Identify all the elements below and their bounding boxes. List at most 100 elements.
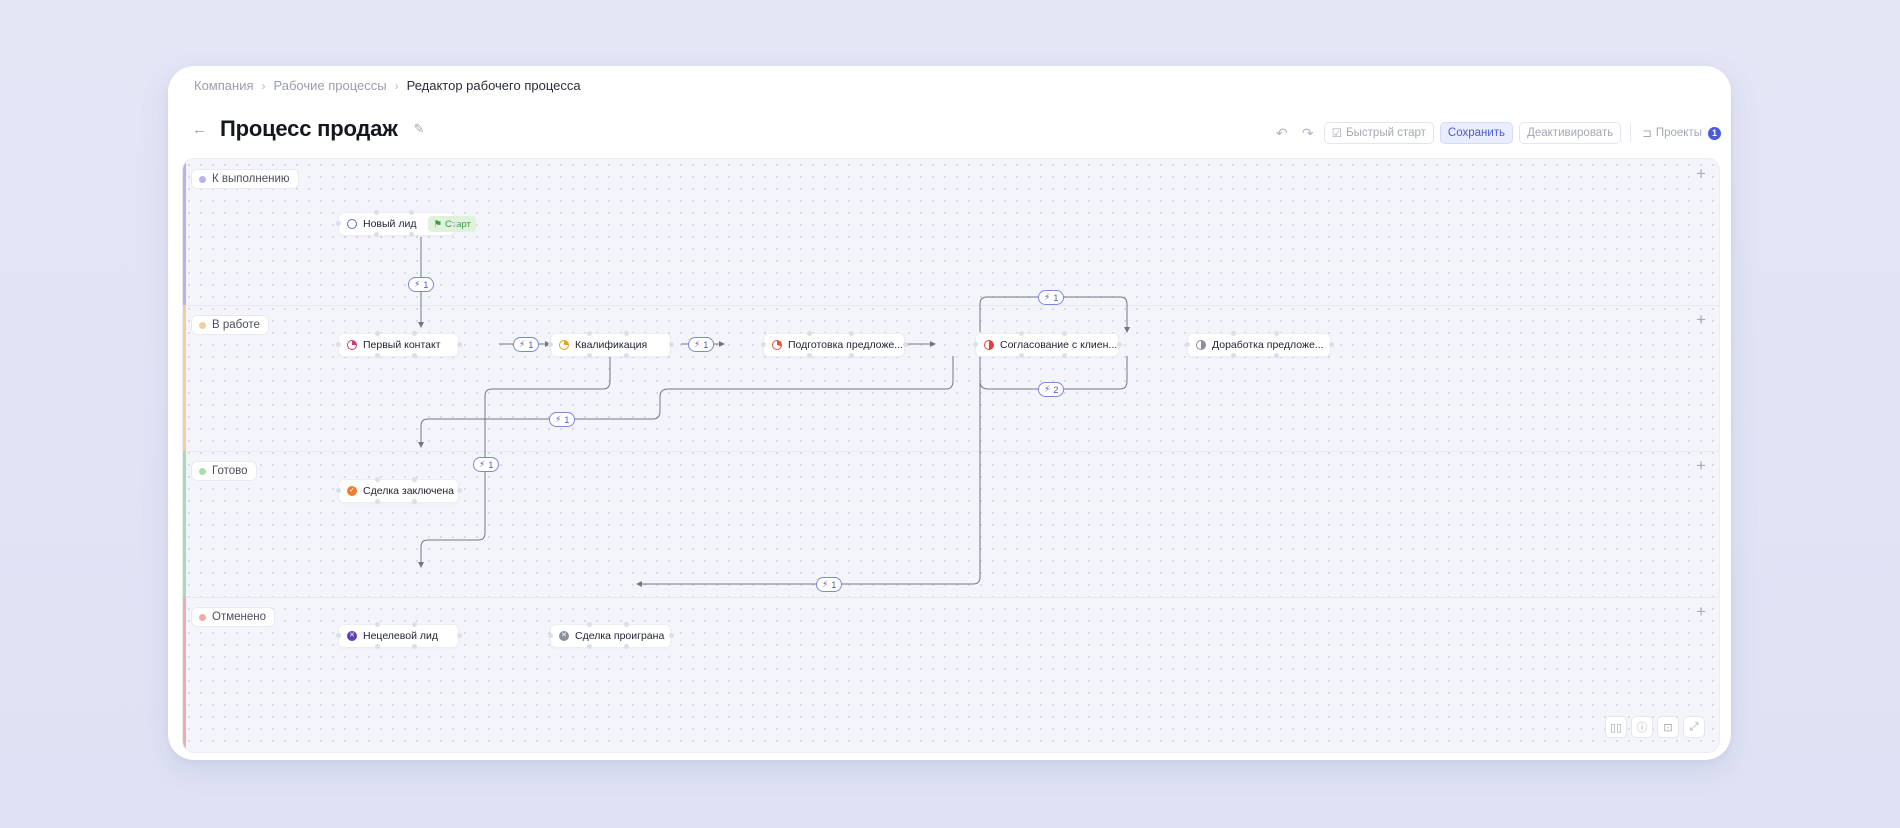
workflow-canvas[interactable]: К выполнению + В работе + Готово + Отмен… — [182, 158, 1720, 753]
connection-port[interactable] — [374, 210, 379, 215]
trigger-count: 1 — [1053, 292, 1059, 303]
node-new-lead[interactable]: Новый лид ⚑ Старт — [336, 210, 476, 237]
node-first-contact[interactable]: Первый контакт — [336, 331, 462, 358]
connection-port[interactable] — [587, 353, 592, 358]
connection-port[interactable] — [1274, 353, 1279, 358]
connection-port[interactable] — [1117, 342, 1122, 347]
trigger-count: 1 — [423, 279, 429, 290]
connection-port[interactable] — [1329, 342, 1334, 347]
redo-icon[interactable]: ↷ — [1298, 125, 1318, 142]
connection-port[interactable] — [1062, 353, 1067, 358]
trigger-badge[interactable]: ⚡ 1 — [688, 337, 715, 352]
title-row: ← Процесс продаж ✎ — [192, 116, 425, 142]
breadcrumb-company[interactable]: Компания — [194, 78, 254, 93]
connection-port[interactable] — [457, 488, 462, 493]
node-qualification[interactable]: Квалификация — [548, 331, 674, 358]
connection-port[interactable] — [375, 331, 380, 336]
connection-port[interactable] — [336, 488, 341, 493]
connection-port[interactable] — [669, 633, 674, 638]
breadcrumb-workflows[interactable]: Рабочие процессы — [274, 78, 387, 93]
trigger-badge[interactable]: ⚡ 1 — [513, 337, 540, 352]
trigger-badge[interactable]: ⚡ 1 — [473, 457, 500, 472]
connection-port[interactable] — [903, 342, 908, 347]
connection-port[interactable] — [587, 644, 592, 649]
connection-port[interactable] — [457, 633, 462, 638]
connection-port[interactable] — [669, 342, 674, 347]
node-client-approval[interactable]: Согласование с клиен... — [973, 331, 1122, 358]
connection-port[interactable] — [412, 331, 417, 336]
connection-port[interactable] — [1019, 331, 1024, 336]
trigger-badge[interactable]: ⚡ 2 — [1038, 382, 1065, 397]
connection-port[interactable] — [412, 477, 417, 482]
node-proposal-prep[interactable]: Подготовка предложе... — [761, 331, 908, 358]
trigger-badge[interactable]: ⚡ 1 — [816, 577, 843, 592]
connection-port[interactable] — [807, 331, 812, 336]
connection-port[interactable] — [1185, 342, 1190, 347]
progress-half-icon — [984, 340, 994, 350]
connection-port[interactable] — [457, 342, 462, 347]
connection-port[interactable] — [409, 210, 414, 215]
node-non-target-lead[interactable]: ✕ Нецелевой лид — [336, 622, 462, 649]
connection-port[interactable] — [624, 644, 629, 649]
connection-port[interactable] — [375, 353, 380, 358]
chevron-right-icon: › — [261, 78, 266, 93]
node-deal-won[interactable]: ✓ Сделка заключена — [336, 477, 462, 504]
undo-icon[interactable]: ↶ — [1272, 125, 1292, 142]
node-deal-lost[interactable]: ✕ Сделка проиграна — [548, 622, 674, 649]
connection-port[interactable] — [624, 622, 629, 627]
connection-port[interactable] — [807, 353, 812, 358]
connection-port[interactable] — [624, 353, 629, 358]
connection-port[interactable] — [587, 331, 592, 336]
progress-half-icon — [1196, 340, 1206, 350]
connection-port[interactable] — [412, 644, 417, 649]
connection-port[interactable] — [412, 353, 417, 358]
connection-port[interactable] — [548, 342, 553, 347]
lightning-icon: ⚡ — [694, 339, 701, 349]
save-button[interactable]: Сохранить — [1439, 122, 1514, 144]
connection-port[interactable] — [624, 331, 629, 336]
connection-port[interactable] — [1019, 353, 1024, 358]
back-arrow-icon[interactable]: ← — [192, 121, 208, 138]
breadcrumb-current: Редактор рабочего процесса — [406, 78, 581, 93]
connection-port[interactable] — [375, 477, 380, 482]
connection-port[interactable] — [1231, 353, 1236, 358]
deactivate-button[interactable]: Деактивировать — [1519, 122, 1622, 144]
layout-icon[interactable]: ▯▯ — [1605, 716, 1627, 738]
connection-port[interactable] — [849, 331, 854, 336]
connection-port[interactable] — [587, 622, 592, 627]
connection-port[interactable] — [336, 633, 341, 638]
connection-port[interactable] — [336, 342, 341, 347]
connection-port[interactable] — [548, 633, 553, 638]
connection-port[interactable] — [761, 342, 766, 347]
node-label: Подготовка предложе... — [788, 339, 904, 351]
connection-port[interactable] — [1062, 331, 1067, 336]
trigger-badge[interactable]: ⚡ 1 — [1038, 290, 1065, 305]
info-icon[interactable]: ⓘ — [1631, 716, 1653, 738]
node-proposal-rework[interactable]: Доработка предложе... — [1185, 331, 1334, 358]
connection-port[interactable] — [375, 499, 380, 504]
connection-port[interactable] — [453, 221, 458, 226]
connection-port[interactable] — [1231, 331, 1236, 336]
quick-start-button[interactable]: ☑ Быстрый старт — [1323, 122, 1434, 144]
connection-port[interactable] — [375, 622, 380, 627]
connection-port[interactable] — [1274, 331, 1279, 336]
pencil-icon[interactable]: ✎ — [414, 121, 425, 137]
connection-port[interactable] — [409, 232, 414, 237]
node-label: Нецелевой лид — [363, 630, 438, 642]
connection-port[interactable] — [412, 622, 417, 627]
x-circle-icon: ✕ — [347, 631, 357, 641]
minimap-icon[interactable]: ⊡ — [1657, 716, 1679, 738]
connection-port[interactable] — [973, 342, 978, 347]
connection-port[interactable] — [375, 644, 380, 649]
trigger-badge[interactable]: ⚡ 1 — [549, 412, 576, 427]
connection-port[interactable] — [849, 353, 854, 358]
lightning-icon: ⚡ — [822, 579, 829, 589]
projects-button[interactable]: ⊐ Проекты 1 — [1640, 123, 1723, 143]
trigger-badge[interactable]: ⚡ 1 — [408, 277, 435, 292]
connection-port[interactable] — [412, 499, 417, 504]
workflow-editor-card: Компания › Рабочие процессы › Редактор р… — [168, 66, 1731, 760]
connection-port[interactable] — [336, 221, 341, 226]
fullscreen-icon[interactable]: ⤢ — [1683, 716, 1705, 738]
trigger-count: 1 — [564, 414, 570, 425]
connection-port[interactable] — [374, 232, 379, 237]
